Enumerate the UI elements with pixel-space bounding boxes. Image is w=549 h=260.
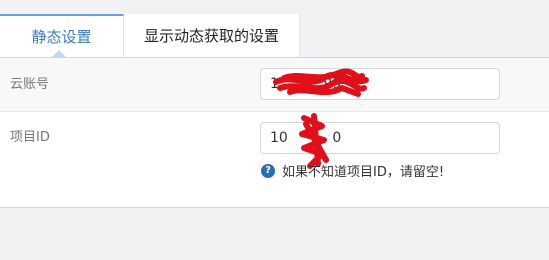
hint-message: ? 如果不知道项目ID，请留空! [261, 161, 444, 180]
cloud-account-label: 云账号 [10, 77, 50, 92]
tab-label: 静态设置 [31, 28, 92, 46]
project-id-row: 项目ID ? 如果不知道项目ID，请留空! [0, 112, 549, 207]
settings-page: 静态设置 显示动态获取的设置 云账号 项目ID ? 如果不知道项目ID，请留空! [0, 0, 549, 260]
tab-bar: 静态设置 显示动态获取的设置 [0, 0, 549, 57]
project-id-label: 项目ID [10, 130, 50, 145]
cloud-account-row: 云账号 [0, 58, 549, 112]
question-circle-icon: ? [261, 163, 275, 178]
settings-panel: 云账号 项目ID ? 如果不知道项目ID，请留空! [0, 57, 549, 208]
hint-text: 如果不知道项目ID，请留空! [282, 165, 445, 180]
tab-label: 显示动态获取的设置 [143, 27, 279, 45]
tab-dynamic-settings[interactable]: 显示动态获取的设置 [124, 14, 300, 57]
cloud-account-input[interactable] [260, 68, 500, 100]
active-tab-indicator [52, 50, 66, 57]
project-id-input[interactable] [260, 122, 500, 154]
